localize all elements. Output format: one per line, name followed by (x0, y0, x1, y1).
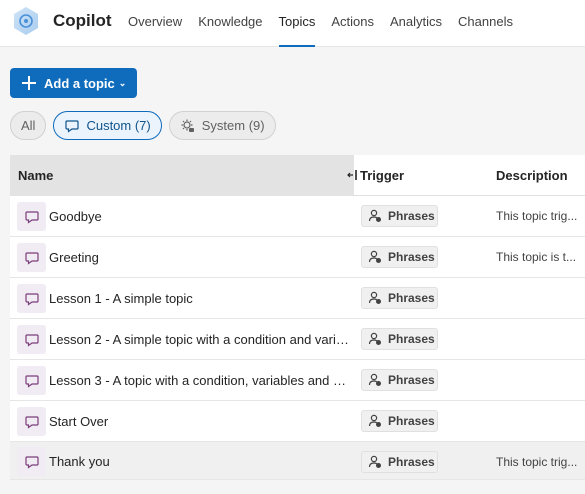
tab-analytics[interactable]: Analytics (382, 0, 450, 47)
phrases-user-icon (368, 291, 381, 304)
filter-all[interactable]: All (10, 111, 47, 140)
trigger-badge: Phrases (361, 328, 438, 350)
topic-icon (17, 243, 46, 272)
trigger-label: Phrases (388, 373, 435, 387)
topic-name[interactable]: Lesson 1 - A simple topic (49, 278, 349, 319)
column-header-description[interactable]: Description (496, 155, 568, 196)
trigger-badge: Phrases (361, 451, 438, 473)
phrases-user-icon (368, 373, 381, 386)
filter-system-label: System (9) (201, 118, 265, 133)
trigger-badge: Phrases (361, 410, 438, 432)
tab-actions[interactable]: Actions (323, 0, 382, 47)
plus-icon (22, 76, 36, 90)
topics-page: Add a topic ⌄ All Custom (7) System (9) … (0, 47, 585, 494)
trigger-badge: Phrases (361, 287, 438, 309)
column-header-name[interactable]: Name (10, 155, 354, 196)
system-gear-icon (181, 119, 194, 132)
tab-overview[interactable]: Overview (128, 0, 190, 47)
trigger-label: Phrases (388, 209, 435, 223)
table-header: Name Trigger Description (10, 155, 585, 196)
top-bar: Copilot Overview Knowledge Topics Action… (0, 0, 585, 47)
trigger-badge: Phrases (361, 246, 438, 268)
phrases-user-icon (368, 250, 381, 263)
table-row[interactable]: Thank you Phrases This topic trig... (10, 442, 585, 480)
topic-name[interactable]: Lesson 2 - A simple topic with a conditi… (49, 319, 349, 360)
table-row[interactable]: Lesson 2 - A simple topic with a conditi… (10, 319, 585, 360)
topic-filters: All Custom (7) System (9) (10, 111, 276, 141)
topic-icon (17, 284, 46, 313)
phrases-user-icon (368, 209, 381, 222)
topic-icon (17, 325, 46, 354)
trigger-label: Phrases (388, 414, 435, 428)
topic-description: This topic is t... (496, 250, 577, 264)
tab-topics[interactable]: Topics (271, 0, 324, 47)
chevron-down-icon: ⌄ (118, 77, 127, 88)
tab-knowledge[interactable]: Knowledge (190, 0, 270, 47)
topic-name[interactable]: Thank you (49, 442, 349, 482)
filter-system[interactable]: System (9) (168, 111, 276, 140)
phrases-user-icon (368, 455, 381, 468)
main-nav: Overview Knowledge Topics Actions Analyt… (128, 0, 521, 47)
add-topic-label: Add a topic (44, 75, 115, 91)
topic-description: This topic trig... (496, 455, 578, 469)
table-row[interactable]: Start Over Phrases (10, 401, 585, 442)
trigger-badge: Phrases (361, 369, 438, 391)
topic-icon (17, 202, 46, 231)
table-row[interactable]: Lesson 3 - A topic with a condition, var… (10, 360, 585, 401)
topic-name[interactable]: Greeting (49, 237, 349, 278)
chat-bubble-icon (65, 119, 80, 133)
column-resize-icon[interactable] (347, 169, 361, 181)
topic-icon (17, 366, 46, 395)
trigger-badge: Phrases (361, 205, 438, 227)
phrases-user-icon (368, 332, 381, 345)
topic-name[interactable]: Start Over (49, 401, 349, 442)
topic-icon (17, 407, 46, 436)
add-topic-button[interactable]: Add a topic ⌄ (10, 68, 137, 98)
trigger-label: Phrases (388, 332, 435, 346)
filter-custom[interactable]: Custom (7) (53, 111, 162, 140)
tab-channels[interactable]: Channels (450, 0, 521, 47)
topics-table: Name Trigger Description Goodbye Phrases… (10, 155, 585, 480)
trigger-label: Phrases (388, 250, 435, 264)
table-row[interactable]: Greeting Phrases This topic is t... (10, 237, 585, 278)
copilot-logo-icon (14, 7, 38, 35)
topic-icon (17, 447, 46, 476)
topic-name[interactable]: Lesson 3 - A topic with a condition, var… (49, 360, 349, 401)
filter-custom-label: Custom (7) (86, 118, 151, 133)
topic-name[interactable]: Goodbye (49, 196, 349, 237)
phrases-user-icon (368, 414, 381, 427)
topic-description: This topic trig... (496, 209, 578, 223)
trigger-label: Phrases (388, 455, 435, 469)
app-title: Copilot (53, 11, 112, 30)
table-row[interactable]: Lesson 1 - A simple topic Phrases (10, 278, 585, 319)
table-row[interactable]: Goodbye Phrases This topic trig... (10, 196, 585, 237)
column-header-trigger[interactable]: Trigger (360, 155, 404, 196)
trigger-label: Phrases (388, 291, 435, 305)
